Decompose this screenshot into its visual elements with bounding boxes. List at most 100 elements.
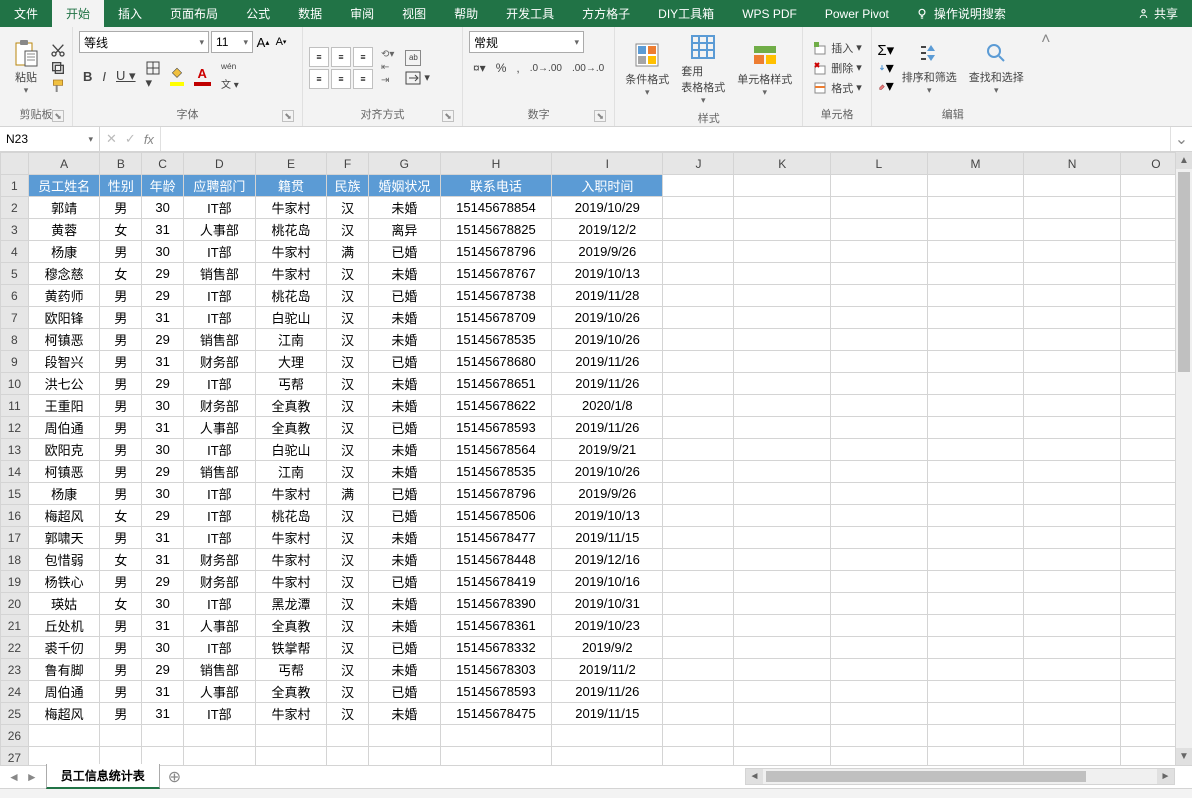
cell[interactable]: 销售部 [184,659,256,681]
cell[interactable] [663,615,734,637]
cell[interactable]: 男 [100,637,142,659]
cell[interactable]: 大理 [255,351,327,373]
cell[interactable]: 人事部 [184,417,256,439]
cell[interactable] [1024,549,1121,571]
cell[interactable]: 15145678332 [440,637,552,659]
cell[interactable]: 瑛姑 [28,593,100,615]
cell[interactable] [100,747,142,766]
tab-开发工具[interactable]: 开发工具 [492,0,568,27]
cell[interactable] [927,549,1024,571]
cell[interactable]: 2019/9/26 [552,483,663,505]
cell[interactable] [831,395,928,417]
cell[interactable]: 财务部 [184,549,256,571]
clear-icon[interactable]: ▾ [878,78,894,94]
cell[interactable] [831,571,928,593]
cell[interactable] [1024,615,1121,637]
cell[interactable] [831,307,928,329]
align-top-right[interactable]: ≡ [353,47,373,67]
cell[interactable] [927,329,1024,351]
row-header-26[interactable]: 26 [1,725,29,747]
cell[interactable] [734,747,831,766]
cell[interactable] [927,681,1024,703]
tab-开始[interactable]: 开始 [52,0,104,27]
cell[interactable]: 2020/1/8 [552,395,663,417]
cell[interactable] [734,241,831,263]
cell[interactable]: 未婚 [368,263,440,285]
cell[interactable] [663,461,734,483]
cell[interactable]: 员工姓名 [28,175,100,197]
autosum-icon[interactable]: Σ▾ [878,42,894,58]
cell[interactable] [440,747,552,766]
row-header-3[interactable]: 3 [1,219,29,241]
row-header-13[interactable]: 13 [1,439,29,461]
cell[interactable]: 未婚 [368,329,440,351]
cell[interactable]: 2019/12/16 [552,549,663,571]
cell[interactable]: 牛家村 [255,571,327,593]
font-color-button[interactable]: A [190,64,215,88]
tab-DIY工具箱[interactable]: DIY工具箱 [644,0,728,27]
cell[interactable]: 2019/9/21 [552,439,663,461]
cell[interactable]: 15145678738 [440,285,552,307]
cell[interactable]: IT部 [184,703,256,725]
cell[interactable]: 汉 [327,659,369,681]
cell[interactable] [734,461,831,483]
cell[interactable]: 15145678477 [440,527,552,549]
cell[interactable]: 牛家村 [255,549,327,571]
cell[interactable]: 15145678825 [440,219,552,241]
cell[interactable]: 联系电话 [440,175,552,197]
cell[interactable]: 人事部 [184,681,256,703]
cell[interactable] [663,351,734,373]
cell[interactable]: 2019/10/26 [552,461,663,483]
paste-button[interactable]: 粘贴 ▾ [6,37,46,98]
cell[interactable] [734,175,831,197]
underline-button[interactable]: U ▾ [112,66,140,86]
cell[interactable] [663,549,734,571]
cell[interactable] [663,307,734,329]
cell[interactable]: 男 [100,285,142,307]
cell[interactable]: 15145678651 [440,373,552,395]
cell[interactable] [184,747,256,766]
cell[interactable] [734,681,831,703]
bold-button[interactable]: B [79,67,96,86]
cell[interactable] [927,659,1024,681]
cell[interactable] [1024,681,1121,703]
cell[interactable]: 未婚 [368,593,440,615]
cell[interactable]: IT部 [184,373,256,395]
cell[interactable] [663,197,734,219]
enter-formula-icon[interactable]: ✓ [125,131,136,147]
cell[interactable] [927,439,1024,461]
cell[interactable]: 男 [100,197,142,219]
vertical-scrollbar[interactable]: ▲ ▼ [1175,152,1192,765]
cell[interactable] [663,395,734,417]
cell[interactable] [663,571,734,593]
tab-WPS PDF[interactable]: WPS PDF [728,0,811,27]
tab-方方格子[interactable]: 方方格子 [568,0,644,27]
tab-帮助[interactable]: 帮助 [440,0,492,27]
col-header-I[interactable]: I [552,153,663,175]
cell[interactable] [663,373,734,395]
cell[interactable] [663,329,734,351]
cell[interactable] [28,747,100,766]
cell[interactable]: 30 [142,241,184,263]
cell[interactable] [927,725,1024,747]
tab-nav-prev-icon[interactable]: ◄ [8,770,20,784]
cell[interactable] [1024,461,1121,483]
cell[interactable]: 2019/10/31 [552,593,663,615]
cell[interactable] [552,725,663,747]
cell[interactable] [927,175,1024,197]
sheet-tab-active[interactable]: 员工信息统计表 [46,764,160,789]
cell[interactable] [927,747,1024,766]
cell[interactable]: IT部 [184,307,256,329]
cell[interactable]: 已婚 [368,637,440,659]
name-box[interactable]: N23▾ [0,127,100,151]
tab-审阅[interactable]: 审阅 [336,0,388,27]
cell[interactable] [927,307,1024,329]
cell[interactable]: IT部 [184,593,256,615]
cell[interactable] [927,461,1024,483]
cell[interactable]: 全真教 [255,395,327,417]
cell[interactable] [831,527,928,549]
align-center[interactable]: ≡ [331,69,351,89]
cell[interactable]: 已婚 [368,285,440,307]
cell[interactable] [1024,483,1121,505]
cell[interactable]: 汉 [327,439,369,461]
